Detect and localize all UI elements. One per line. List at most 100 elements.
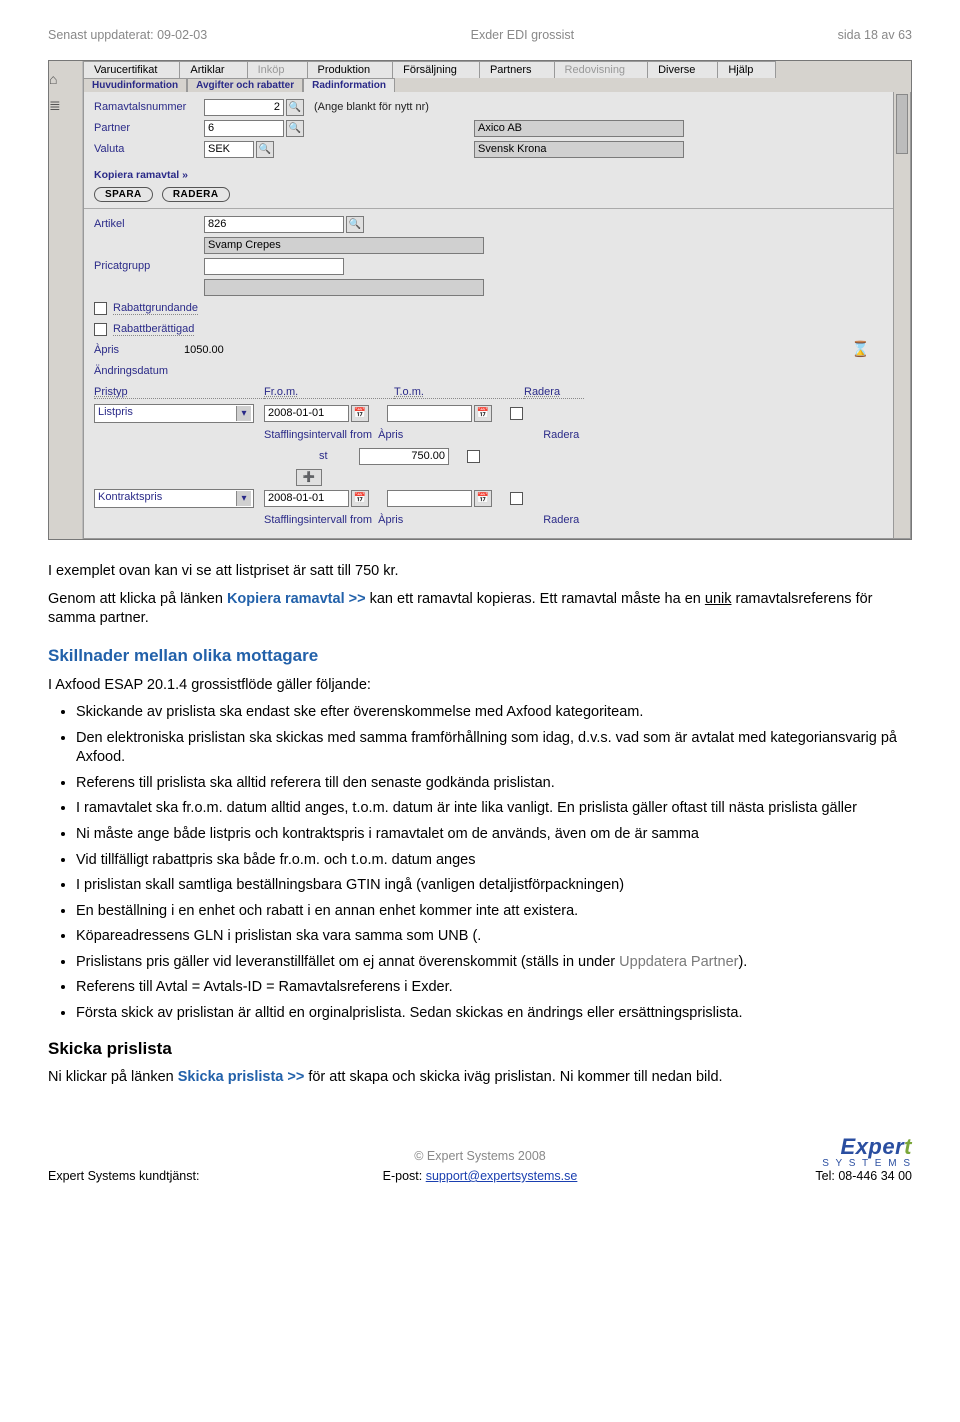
doc-title: Exder EDI grossist xyxy=(471,28,575,42)
footer-copyright: © Expert Systems 2008 xyxy=(268,1149,692,1163)
menu-artiklar[interactable]: Artiklar xyxy=(179,61,247,78)
ramavtal-lookup-icon[interactable]: 🔍 xyxy=(286,99,304,116)
label-st: st xyxy=(319,450,359,462)
col-pristyp: Pristyp xyxy=(94,386,264,399)
footer-email: E-post: support@expertsystems.se xyxy=(268,1169,692,1183)
valuta-input[interactable]: SEK xyxy=(204,141,254,158)
radera-checkbox-2[interactable] xyxy=(510,492,523,505)
label-radera-1b: Radera xyxy=(543,429,579,441)
list-item: Prislistans pris gäller vid leveranstill… xyxy=(76,953,912,973)
menu-diverse[interactable]: Diverse xyxy=(647,61,718,78)
heading-skillnader: Skillnader mellan olika mottagare xyxy=(48,645,912,668)
list-item: Referens till Avtal = Avtals-ID = Ramavt… xyxy=(76,978,912,998)
col-from: Fr.o.m. xyxy=(264,386,394,399)
staff-apris-input-1[interactable]: 750.00 xyxy=(359,448,449,465)
radera-checkbox-1[interactable] xyxy=(510,407,523,420)
tabbar: Huvudinformation Avgifter och rabatter R… xyxy=(83,78,911,92)
staff-radera-checkbox-1[interactable] xyxy=(467,450,480,463)
rabattgrundande-checkbox[interactable] xyxy=(94,302,107,315)
app-left-gutter: ⌂ ≣ xyxy=(49,61,83,539)
last-updated: Senast uppdaterat: 09-02-03 xyxy=(48,28,207,42)
artikel-lookup-icon[interactable]: 🔍 xyxy=(346,216,364,233)
label-apris: Àpris xyxy=(94,344,184,356)
hourglass-icon: ⌛ xyxy=(851,340,870,358)
intro-line: I Axfood ESAP 20.1.4 grossistflöde gälle… xyxy=(48,676,912,696)
list-item: En beställning i en enhet och rabatt i e… xyxy=(76,902,912,922)
spara-button[interactable]: SPARA xyxy=(94,187,153,202)
skicka-prislista-inline-link: Skicka prislista >> xyxy=(178,1069,305,1085)
label-staffling-2: Stafflingsintervall from Àpris xyxy=(264,514,403,526)
label-artikel: Artikel xyxy=(94,218,204,230)
radera-button[interactable]: RADERA xyxy=(162,187,230,202)
valuta-name-display: Svensk Krona xyxy=(474,141,684,158)
from-input-1[interactable]: 2008-01-01 xyxy=(264,405,349,422)
menu-hjalp[interactable]: Hjälp xyxy=(717,61,776,78)
list-item: Ni måste ange både listpris och kontrakt… xyxy=(76,825,912,845)
tab-radinformation[interactable]: Radinformation xyxy=(303,78,395,92)
apris-value: 1050.00 xyxy=(184,344,224,356)
menu-produktion[interactable]: Produktion xyxy=(307,61,394,78)
pristyp-select-1[interactable]: Listpris xyxy=(94,404,254,423)
label-andringsdatum: Ändringsdatum xyxy=(94,365,204,377)
list-item: Köpareadressens GLN i prislistan ska var… xyxy=(76,927,912,947)
from-cal-icon-2[interactable]: 📅 xyxy=(351,490,369,507)
pristyp-select-2[interactable]: Kontraktspris xyxy=(94,489,254,508)
home-icon[interactable]: ⌂ xyxy=(49,71,82,87)
kopiera-ramavtal-inline-link: Kopiera ramavtal >> xyxy=(227,591,366,607)
list-item: Vid tillfälligt rabattpris ska både fr.o… xyxy=(76,851,912,871)
from-cal-icon-1[interactable]: 📅 xyxy=(351,405,369,422)
rabattberattigad-checkbox[interactable] xyxy=(94,323,107,336)
col-tom: T.o.m. xyxy=(394,386,524,399)
artikel-name-display: Svamp Crepes xyxy=(204,237,484,254)
paragraph-3: Ni klickar på länken Skicka prislista >>… xyxy=(48,1068,912,1088)
partner-lookup-icon[interactable]: 🔍 xyxy=(286,120,304,137)
label-rabattberattigad: Rabattberättigad xyxy=(113,323,194,336)
menu-redovisning[interactable]: Redovisning xyxy=(554,61,649,78)
from-input-2[interactable]: 2008-01-01 xyxy=(264,490,349,507)
menu-varucertifikat[interactable]: Varucertifikat xyxy=(83,61,180,78)
ramavtal-note: (Ange blankt för nytt nr) xyxy=(314,101,429,113)
document-body: I exemplet ovan kan vi se att listpriset… xyxy=(48,562,912,1088)
heading-skicka-prislista: Skicka prislista xyxy=(48,1038,912,1061)
ramavtal-input[interactable]: 2 xyxy=(204,99,284,116)
tom-input-1[interactable] xyxy=(387,405,472,422)
uppdatera-partner-text: Uppdatera Partner xyxy=(619,954,738,970)
list-item: Skickande av prislista ska endast ske ef… xyxy=(76,703,912,723)
label-partner: Partner xyxy=(94,122,204,134)
scrollbar-thumb[interactable] xyxy=(896,94,908,154)
menu-inkop[interactable]: Inköp xyxy=(247,61,308,78)
list-icon[interactable]: ≣ xyxy=(49,97,82,114)
pricatgrupp-input[interactable] xyxy=(204,258,344,275)
list-item: I prislistan skall samtliga beställnings… xyxy=(76,876,912,896)
scrollbar[interactable] xyxy=(893,92,910,538)
tom-input-2[interactable] xyxy=(387,490,472,507)
footer-tel: Tel: 08-446 34 00 xyxy=(692,1169,912,1183)
tab-huvudinformation[interactable]: Huvudinformation xyxy=(83,78,187,92)
add-staffling-icon[interactable]: ➕ xyxy=(296,469,322,486)
label-ramavtal: Ramavtalsnummer xyxy=(94,101,204,113)
col-radera: Radera xyxy=(524,386,584,399)
menu-partners[interactable]: Partners xyxy=(479,61,555,78)
page-number: sida 18 av 63 xyxy=(838,28,912,42)
valuta-lookup-icon[interactable]: 🔍 xyxy=(256,141,274,158)
partner-name-display: Axico AB xyxy=(474,120,684,137)
tom-cal-icon-1[interactable]: 📅 xyxy=(474,405,492,422)
list-item: Första skick av prislistan är alltid en … xyxy=(76,1004,912,1024)
footer-left: Expert Systems kundtjänst: xyxy=(48,1169,268,1183)
expert-logo: Expert S Y S T E M S xyxy=(692,1134,912,1169)
label-radera-2b: Radera xyxy=(543,514,579,526)
partner-id-input[interactable]: 6 xyxy=(204,120,284,137)
list-item: I ramavtalet ska fr.o.m. datum alltid an… xyxy=(76,799,912,819)
label-staffling-1: Stafflingsintervall from Àpris xyxy=(264,429,403,441)
tom-cal-icon-2[interactable]: 📅 xyxy=(474,490,492,507)
menu-forsaljning[interactable]: Försäljning xyxy=(392,61,480,78)
app-window: ⌂ ≣ Varucertifikat Artiklar Inköp Produk… xyxy=(48,60,912,540)
kopiera-ramavtal-link[interactable]: Kopiera ramavtal » xyxy=(94,169,188,181)
menubar: Varucertifikat Artiklar Inköp Produktion… xyxy=(83,61,911,78)
tab-avgifter[interactable]: Avgifter och rabatter xyxy=(187,78,303,92)
paragraph-2: Genom att klicka på länken Kopiera ramav… xyxy=(48,590,912,629)
footer-email-link[interactable]: support@expertsystems.se xyxy=(426,1169,578,1183)
form-area: ⌛ Ramavtalsnummer 2 🔍 (Ange blankt för n… xyxy=(83,92,911,539)
artikel-input[interactable]: 826 xyxy=(204,216,344,233)
page-footer: Expert Systems kundtjänst: © Expert Syst… xyxy=(48,1134,912,1183)
